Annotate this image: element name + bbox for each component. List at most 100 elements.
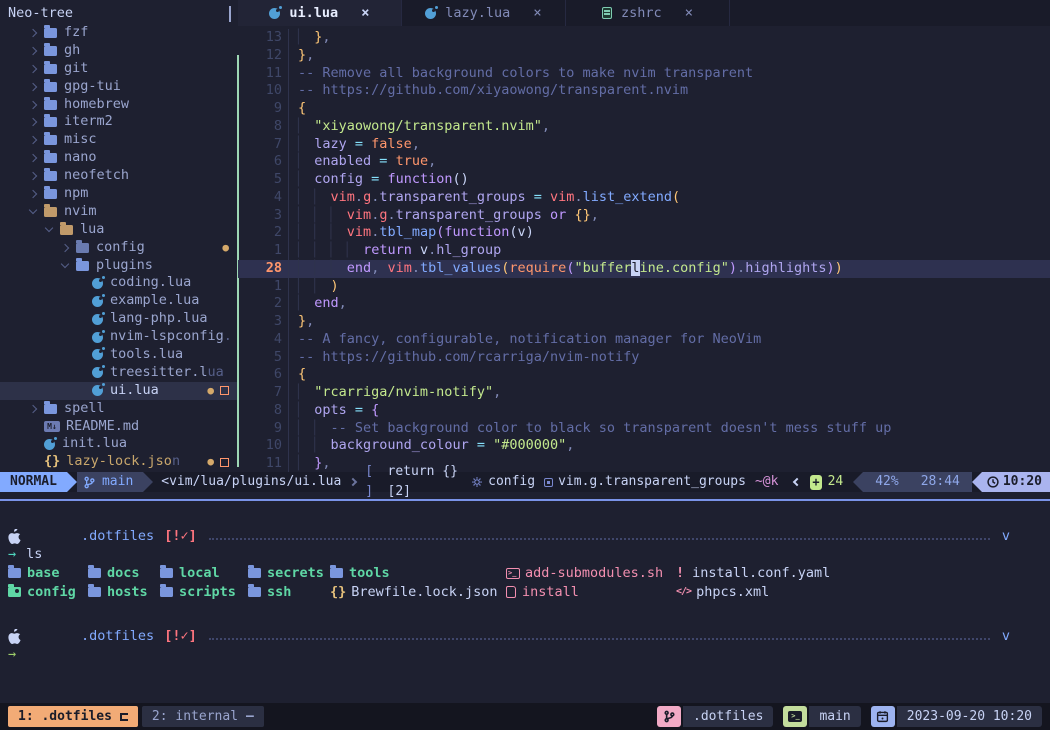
line-number: 12 <box>238 47 282 65</box>
item-label: plugins <box>96 257 153 275</box>
code-line[interactable]: 4-- A fancy, configurable, notification … <box>238 331 1050 349</box>
code-line[interactable]: 2▏ end, <box>238 295 1050 313</box>
code-line[interactable]: 10-- https://github.com/xiyaowong/transp… <box>238 82 1050 100</box>
code-line[interactable]: 5-- https://github.com/rcarriga/nvim-not… <box>238 349 1050 367</box>
code-line[interactable]: 3}, <box>238 313 1050 331</box>
code-line[interactable]: 7▏ "rcarriga/nvim-notify", <box>238 384 1050 402</box>
item-label: iterm2 <box>64 113 113 131</box>
close-icon[interactable]: × <box>361 4 369 22</box>
ls-entry-scripts: scripts <box>160 583 236 601</box>
chevron-right-icon <box>29 154 37 162</box>
tmux-window-1-dotfiles[interactable]: 1: .dotfiles <box>8 706 138 727</box>
code-line[interactable]: 3▏ ▏ ▏ vim.g.transparent_groups or {}, <box>238 207 1050 225</box>
neotree-item-lua[interactable]: lua <box>0 221 237 239</box>
item-label: config <box>96 239 145 257</box>
code-line[interactable]: 8▏ "xiyaowong/transparent.nvim", <box>238 118 1050 136</box>
close-icon[interactable]: × <box>533 4 541 22</box>
markdown-icon: M↓ <box>44 421 60 432</box>
ls-entry-secrets: secrets <box>248 564 324 582</box>
folder-icon <box>88 568 101 578</box>
item-label: lazy-lock.json <box>66 453 180 471</box>
folder-icon <box>44 117 57 127</box>
cursor-block: l <box>631 260 639 276</box>
cursor-position: 28:44 <box>921 472 960 492</box>
code-line[interactable]: 8▏ opts = { <box>238 402 1050 420</box>
code-line[interactable]: 6▏ enabled = true, <box>238 153 1050 171</box>
code-line[interactable]: 11▏ }, <box>238 455 1050 472</box>
code-line[interactable]: 1▏ ▏ ▏ ▏ return v.hl_group <box>238 242 1050 260</box>
breadcrumb-block: [ ]return {} [2] <box>365 472 462 492</box>
close-icon[interactable]: × <box>685 4 693 22</box>
code-editor[interactable]: 13▏ },12},11-- Remove all background col… <box>238 26 1050 472</box>
neotree-item-fzf[interactable]: fzf <box>0 24 237 42</box>
shell-pane[interactable]: .dotfiles [!✓] v → ls basedocslocalsecre… <box>0 501 1050 703</box>
entry-name: install <box>522 583 579 601</box>
neotree-item-homebrew[interactable]: homebrew <box>0 96 237 114</box>
code-line[interactable]: 4▏ ▏ vim.g.transparent_groups = vim.list… <box>238 189 1050 207</box>
neotree-scrollbar[interactable] <box>229 6 231 22</box>
line-number: 9 <box>238 420 282 438</box>
item-label: neofetch <box>64 167 129 185</box>
neotree-item-plugins[interactable]: plugins <box>0 257 237 275</box>
command-line-empty[interactable]: → <box>8 645 1042 663</box>
code-line[interactable]: 9{ <box>238 100 1050 118</box>
neotree-item-npm[interactable]: npm <box>0 185 237 203</box>
neotree-item-config[interactable]: config● <box>0 239 237 257</box>
code-line[interactable]: 10▏ ▏ background_colour = "#000000", <box>238 437 1050 455</box>
tab-label: zshrc <box>621 4 662 22</box>
document-icon <box>602 7 612 19</box>
neotree-item-neofetch[interactable]: neofetch <box>0 167 237 185</box>
line-number: 8 <box>238 118 282 136</box>
powerline-separator <box>67 472 77 492</box>
code-line[interactable]: 7▏ lazy = false, <box>238 136 1050 154</box>
neotree-item-treesitter-l[interactable]: treesitter.lua <box>0 364 237 382</box>
code-line[interactable]: 28▏ ▏ ▏ end, vim.tbl_values(require("buf… <box>238 260 1050 278</box>
neotree-item-iterm2[interactable]: iterm2 <box>0 113 237 131</box>
tmux-window-2-internal[interactable]: 2: internal— <box>142 706 264 727</box>
terminal-icon: >_ <box>506 568 520 579</box>
tab-lazy-lua[interactable]: lazy.lua× <box>402 0 566 26</box>
code-line[interactable]: 13▏ }, <box>238 29 1050 47</box>
neotree-item-readme-md[interactable]: M↓ README.md <box>0 418 237 436</box>
neotree-item-spell[interactable]: spell <box>0 400 237 418</box>
tab-zshrc[interactable]: zshrc × <box>566 0 730 26</box>
tab-ui-lua[interactable]: ui.lua× <box>238 0 402 26</box>
typed-command: ls <box>26 545 42 563</box>
chevron-down-icon <box>61 260 69 268</box>
neotree-item-gh[interactable]: gh <box>0 42 237 60</box>
ls-entry-local: local <box>160 564 220 582</box>
neotree-item-nano[interactable]: nano <box>0 149 237 167</box>
chevron-left-icon <box>793 478 801 486</box>
entry-name: ssh <box>267 583 291 601</box>
code-line[interactable]: 11-- Remove all background colors to mak… <box>238 65 1050 83</box>
neotree-item-lazy-lock-jso[interactable]: {}lazy-lock.json● <box>0 453 237 471</box>
line-number: 2 <box>238 224 282 242</box>
chevron-right-icon <box>29 29 37 37</box>
prompt-filler <box>209 638 990 640</box>
neotree-item-nvim-lspconfig[interactable]: nvim-lspconfig. <box>0 328 237 346</box>
neotree-item-nvim[interactable]: nvim <box>0 203 237 221</box>
neotree-item-misc[interactable]: misc <box>0 131 237 149</box>
code-line[interactable]: 6{ <box>238 366 1050 384</box>
line-text: ▏ ▏ vim.g.transparent_groups = vim.list_… <box>288 189 1050 207</box>
code-line[interactable]: 5▏ config = function() <box>238 171 1050 189</box>
item-label: README.md <box>66 418 139 436</box>
tmux-status-main: >_main <box>783 706 860 727</box>
braces-icon: {} <box>330 583 346 601</box>
code-line[interactable]: 1▏ ▏ ) <box>238 278 1050 296</box>
code-line[interactable]: 9 ▏ ▏ -- Set background color to black so… <box>238 420 1050 438</box>
neotree-item-ui-lua[interactable]: ui.lua● <box>0 382 237 400</box>
line-text: ▏ ▏ -- Set background color to black so … <box>288 420 1050 438</box>
neotree-item-init-lua[interactable]: init.lua <box>0 435 237 453</box>
neotree-item-tools-lua[interactable]: tools.lua <box>0 346 237 364</box>
neotree-item-gpg-tui[interactable]: gpg-tui <box>0 78 237 96</box>
code-line[interactable]: 12}, <box>238 47 1050 65</box>
unstaged-square-icon <box>220 458 229 467</box>
neotree-item-coding-lua[interactable]: coding.lua <box>0 274 237 292</box>
neotree-item-git[interactable]: git <box>0 60 237 78</box>
neotree-item-example-lua[interactable]: example.lua <box>0 292 237 310</box>
ls-output: basedocslocalsecretstools>_add-submodule… <box>8 564 1042 601</box>
code-line[interactable]: 2▏ ▏ ▏ vim.tbl_map(function(v) <box>238 224 1050 242</box>
line-number: 6 <box>238 366 282 384</box>
neotree-item-lang-php-lua[interactable]: lang-php.lua <box>0 310 237 328</box>
